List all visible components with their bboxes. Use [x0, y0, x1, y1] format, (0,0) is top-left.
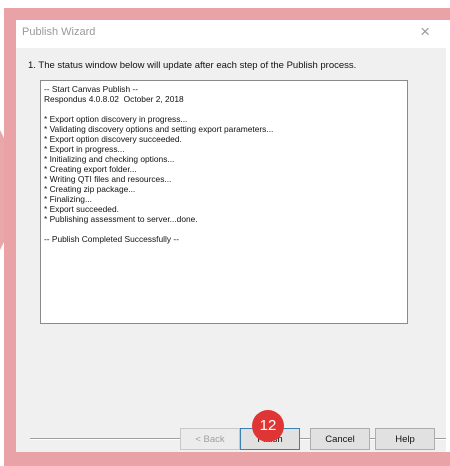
help-button[interactable]: Help — [375, 428, 435, 450]
highlight-frame — [4, 8, 450, 466]
step-number-badge: 12 — [252, 410, 284, 442]
back-button[interactable]: < Back — [180, 428, 240, 450]
cancel-button[interactable]: Cancel — [310, 428, 370, 450]
